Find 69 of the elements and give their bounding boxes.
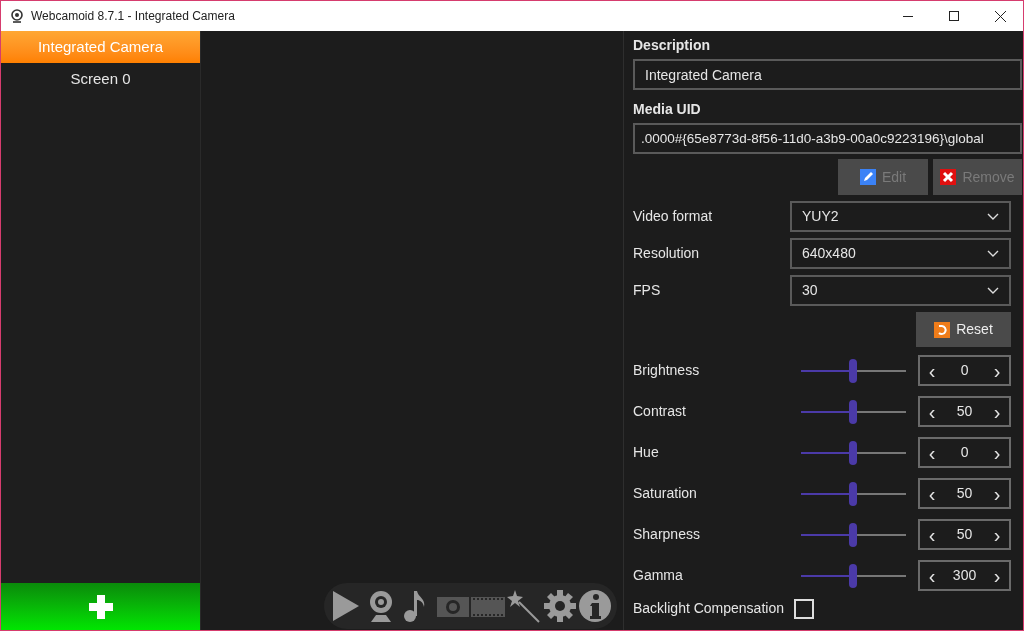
spin-box[interactable]: ‹ 0 › xyxy=(918,355,1011,386)
checkbox[interactable] xyxy=(794,598,814,619)
field-label: Saturation xyxy=(633,484,698,503)
slider-thumb[interactable] xyxy=(849,563,858,588)
settings-icon xyxy=(542,589,577,623)
increment-button[interactable]: › xyxy=(989,524,1005,545)
dropdown[interactable]: YUY2 xyxy=(790,201,1011,232)
chevron-down-icon xyxy=(987,250,999,257)
info-icon xyxy=(578,589,613,623)
field-label: Hue xyxy=(633,443,660,462)
increment-button[interactable]: › xyxy=(989,565,1005,586)
media-uid-field[interactable]: .0000#{65e8773d-8f56-11d0-a3b9-00a0c9223196}\global xyxy=(633,123,1022,154)
slider[interactable] xyxy=(800,565,907,586)
slider[interactable] xyxy=(800,483,907,504)
slider-thumb[interactable] xyxy=(849,440,858,465)
field-label: Video format xyxy=(633,207,713,226)
slider[interactable] xyxy=(800,360,907,381)
decrement-button[interactable]: ‹ xyxy=(924,565,941,586)
slider-thumb[interactable] xyxy=(849,358,858,383)
dropdown[interactable]: 30 xyxy=(790,275,1011,306)
decrement-button[interactable]: ‹ xyxy=(924,360,941,381)
decrement-button[interactable]: ‹ xyxy=(924,401,941,422)
pencil-icon xyxy=(859,169,876,185)
chevron-down-icon xyxy=(987,287,999,294)
field-label: Gamma xyxy=(633,566,684,585)
field-label: FPS xyxy=(633,281,661,300)
decrement-button[interactable]: ‹ xyxy=(924,524,941,545)
field-label: Resolution xyxy=(633,244,700,263)
reset-button[interactable]: Reset xyxy=(916,312,1011,347)
field-label: Brightness xyxy=(633,361,701,380)
decrement-button[interactable]: ‹ xyxy=(924,442,941,463)
info-button[interactable] xyxy=(578,589,613,623)
increment-button[interactable]: › xyxy=(989,360,1005,381)
sidebar-item[interactable]: Screen 0 xyxy=(1,63,200,95)
slider-thumb[interactable] xyxy=(849,399,858,424)
spin-box[interactable]: ‹ 50 › xyxy=(918,519,1011,550)
field-label: Backlight Compensation xyxy=(633,599,784,618)
dropdown[interactable]: 640x480 xyxy=(790,238,1011,269)
spin-box[interactable]: ‹ 50 › xyxy=(918,478,1011,509)
slider[interactable] xyxy=(800,442,907,463)
slider[interactable] xyxy=(800,401,907,422)
spin-box[interactable]: ‹ 300 › xyxy=(918,560,1011,591)
slider[interactable] xyxy=(800,524,907,545)
close-icon xyxy=(994,10,1006,22)
webcam-icon xyxy=(10,9,24,23)
magic-wand-button[interactable] xyxy=(506,589,541,623)
add-button[interactable] xyxy=(1,583,200,630)
spin-box[interactable]: ‹ 50 › xyxy=(918,396,1011,427)
description-field[interactable]: Integrated Camera xyxy=(633,59,1022,90)
decrement-button[interactable]: ‹ xyxy=(924,483,941,504)
slider-thumb[interactable] xyxy=(849,481,858,506)
increment-button[interactable]: › xyxy=(989,442,1005,463)
reset-icon xyxy=(934,321,951,338)
field-label: Contrast xyxy=(633,402,687,421)
increment-button[interactable]: › xyxy=(989,401,1005,422)
spin-box[interactable]: ‹ 0 › xyxy=(918,437,1011,468)
plus-icon xyxy=(88,594,113,619)
minimize-icon xyxy=(903,15,913,17)
increment-button[interactable]: › xyxy=(989,483,1005,504)
field-label: Sharpness xyxy=(633,525,701,544)
maximize-icon xyxy=(949,11,959,21)
chevron-down-icon xyxy=(987,213,999,220)
slider-thumb[interactable] xyxy=(849,522,858,547)
field-label: Description xyxy=(633,36,711,55)
close-icon xyxy=(940,169,957,185)
magic-wand-icon xyxy=(506,589,541,623)
window-title: Webcamoid 8.7.1 - Integrated Camera xyxy=(31,8,235,25)
settings-button[interactable] xyxy=(542,589,577,623)
field-label: Media UID xyxy=(633,100,702,119)
